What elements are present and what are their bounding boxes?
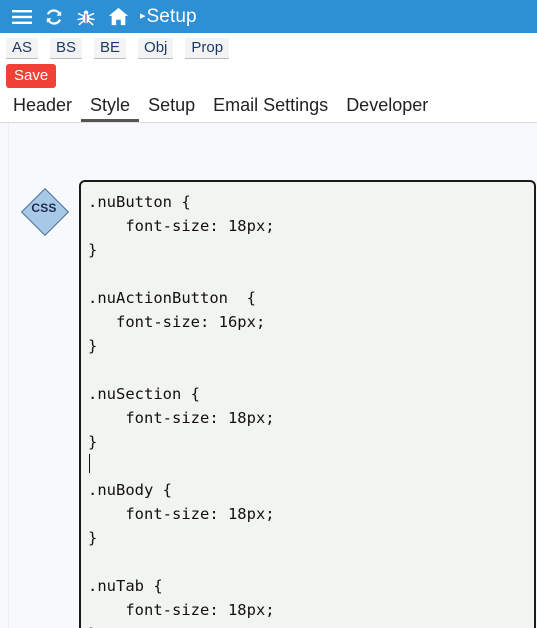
bug-icon[interactable] [70, 0, 102, 33]
left-rail-divider [8, 123, 9, 628]
quick-link-row: AS BS BE Obj Prop [0, 33, 537, 61]
refresh-icon[interactable] [38, 0, 70, 33]
tab-header[interactable]: Header [4, 94, 81, 122]
text-caret [89, 454, 90, 473]
tab-developer[interactable]: Developer [337, 94, 437, 122]
breadcrumb[interactable]: ▸ Setup [140, 6, 197, 28]
css-code-editor[interactable]: .nuButton { font-size: 18px; } .nuAction… [79, 180, 536, 628]
tab-style[interactable]: Style [81, 94, 140, 122]
tab-setup[interactable]: Setup [139, 94, 204, 122]
css-code-text[interactable]: .nuButton { font-size: 18px; } .nuAction… [81, 182, 534, 628]
quick-link-bs[interactable]: BS [50, 38, 83, 59]
top-navigation-bar: ▸ Setup [0, 0, 537, 33]
tab-bar: Header Style Setup Email Settings Develo… [0, 91, 537, 123]
quick-link-be[interactable]: BE [94, 38, 127, 59]
save-button[interactable]: Save [6, 64, 57, 88]
menu-icon[interactable] [6, 0, 38, 33]
quick-link-obj[interactable]: Obj [138, 38, 174, 59]
quick-link-as[interactable]: AS [6, 38, 39, 59]
main-content-area: CSS .nuButton { font-size: 18px; } .nuAc… [0, 123, 537, 628]
breadcrumb-current-page: Setup [146, 5, 197, 27]
tab-email-settings[interactable]: Email Settings [204, 94, 337, 122]
css-badge-icon[interactable] [20, 187, 70, 237]
home-icon[interactable] [102, 0, 134, 33]
quick-link-prop[interactable]: Prop [185, 38, 230, 59]
chevron-right-icon: ▸ [140, 10, 146, 22]
action-bar: Save [0, 61, 537, 91]
